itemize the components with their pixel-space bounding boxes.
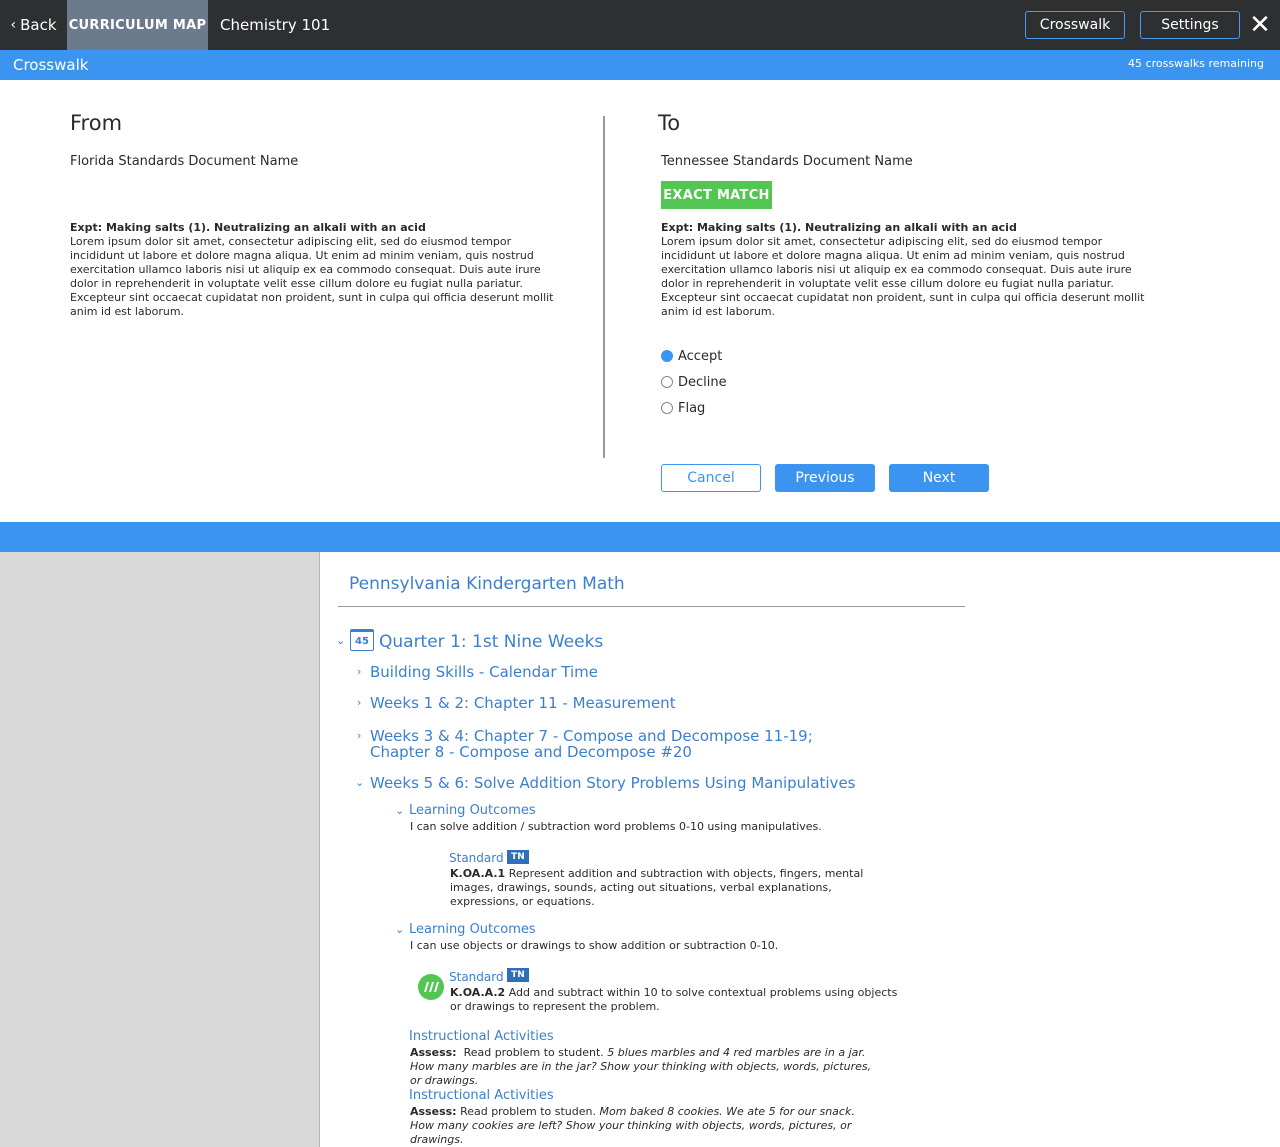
standard-label: Standard xyxy=(449,970,504,984)
app-logo-icon xyxy=(418,974,444,1000)
calendar-number: 45 xyxy=(355,635,369,647)
standard-description-text: Represent addition and subtraction with … xyxy=(450,867,864,908)
unit-compose-decompose[interactable]: Weeks 3 & 4: Chapter 7 - Compose and Dec… xyxy=(370,728,813,760)
from-heading: From xyxy=(70,111,123,135)
unit-calendar-time[interactable]: Building Skills - Calendar Time xyxy=(370,664,598,680)
from-document-name: Florida Standards Document Name xyxy=(70,154,299,169)
standard-label: Standard xyxy=(449,851,504,865)
unit-addition-story-problems[interactable]: Weeks 5 & 6: Solve Addition Story Proble… xyxy=(370,775,856,791)
close-icon[interactable]: ✕ xyxy=(1248,12,1272,38)
to-heading: To xyxy=(658,111,681,135)
standard-description: K.OA.A.1 Represent addition and subtract… xyxy=(450,867,900,909)
to-expectation-title: Expt: Making salts (1). Neutralizing an … xyxy=(661,221,1017,234)
from-expectation-body: Lorem ipsum dolor sit amet, consectetur … xyxy=(70,235,554,318)
next-button[interactable]: Next xyxy=(889,464,989,492)
chevron-right-icon[interactable]: › xyxy=(357,665,361,678)
crosswalk-header-bar: Crosswalk 45 crosswalks remaining xyxy=(0,50,1280,80)
back-label: Back xyxy=(20,16,57,34)
unit-compose-decompose-line1: Weeks 3 & 4: Chapter 7 - Compose and Dec… xyxy=(370,727,813,745)
curriculum-title: Pennsylvania Kindergarten Math xyxy=(349,574,625,594)
instructional-activities-heading[interactable]: Instructional Activities xyxy=(409,1029,554,1044)
chevron-right-icon[interactable]: › xyxy=(357,696,361,709)
assess-label: Assess: xyxy=(410,1105,457,1118)
state-badge: TN xyxy=(507,968,529,982)
decline-label: Decline xyxy=(678,374,727,390)
course-title: Chemistry 101 xyxy=(220,16,331,34)
column-divider xyxy=(603,116,605,458)
learning-outcomes-heading[interactable]: Learning Outcomes xyxy=(409,922,536,937)
crosswalks-remaining-count: 45 crosswalks remaining xyxy=(1128,57,1264,70)
learning-outcome-text: I can solve addition / subtraction word … xyxy=(410,820,822,833)
learning-outcomes-heading[interactable]: Learning Outcomes xyxy=(409,803,536,818)
curriculum-title-divider xyxy=(338,606,965,607)
flag-option[interactable]: Flag xyxy=(661,399,705,417)
unit-measurement[interactable]: Weeks 1 & 2: Chapter 11 - Measurement xyxy=(370,695,676,711)
accept-label: Accept xyxy=(678,348,723,364)
standard-code: K.OA.A.2 xyxy=(450,986,506,999)
chevron-down-icon[interactable]: ⌄ xyxy=(355,776,364,789)
accept-option[interactable]: Accept xyxy=(661,347,722,365)
instructional-activities-heading[interactable]: Instructional Activities xyxy=(409,1088,554,1103)
activity-lead: Read problem to studen. xyxy=(460,1105,596,1118)
from-expectation-title: Expt: Making salts (1). Neutralizing an … xyxy=(70,221,426,234)
chevron-down-icon[interactable]: ⌄ xyxy=(336,634,345,647)
instructional-activity-text: Assess: Read problem to student. 5 blues… xyxy=(410,1046,880,1088)
back-button[interactable]: ‹ Back xyxy=(0,0,67,50)
crosswalk-title: Crosswalk xyxy=(13,56,89,74)
flag-label: Flag xyxy=(678,400,706,416)
standard-code: K.OA.A.1 xyxy=(450,867,506,880)
assess-label: Assess: xyxy=(410,1046,457,1059)
learning-outcome-text: I can use objects or drawings to show ad… xyxy=(410,939,779,952)
crosswalk-button[interactable]: Crosswalk xyxy=(1025,11,1125,39)
top-navigation-bar: ‹ Back CURRICULUM MAP Chemistry 101 Cros… xyxy=(0,0,1280,50)
calendar-icon: 45 xyxy=(350,629,374,651)
settings-button[interactable]: Settings xyxy=(1140,11,1240,39)
to-document-name: Tennessee Standards Document Name xyxy=(661,154,913,169)
flag-radio[interactable] xyxy=(661,402,673,414)
chevron-down-icon[interactable]: ⌄ xyxy=(395,923,404,936)
left-sidebar-pane xyxy=(0,552,320,1147)
to-expectation-body: Lorem ipsum dolor sit amet, consectetur … xyxy=(661,235,1145,318)
previous-button[interactable]: Previous xyxy=(775,464,875,492)
decline-radio[interactable] xyxy=(661,376,673,388)
chevron-left-icon: ‹ xyxy=(10,17,17,33)
quarter-title[interactable]: Quarter 1: 1st Nine Weeks xyxy=(379,632,603,652)
chevron-down-icon[interactable]: ⌄ xyxy=(395,804,404,817)
decline-option[interactable]: Decline xyxy=(661,373,727,391)
state-badge: TN xyxy=(507,850,529,864)
standard-description-text: Add and subtract within 10 to solve cont… xyxy=(450,986,898,1013)
unit-compose-decompose-line2: Chapter 8 - Compose and Decompose #20 xyxy=(370,743,692,761)
to-expectation: Expt: Making salts (1). Neutralizing an … xyxy=(661,221,1156,319)
standard-description: K.OA.A.2 Add and subtract within 10 to s… xyxy=(450,986,900,1014)
instructional-activity-text: Assess: Read problem to studen. Mom bake… xyxy=(410,1105,880,1147)
exact-match-badge: EXACT MATCH xyxy=(661,181,772,209)
curriculum-header-bar xyxy=(0,522,1280,552)
accept-radio[interactable] xyxy=(661,350,673,362)
curriculum-map-tab[interactable]: CURRICULUM MAP xyxy=(67,0,208,50)
chevron-right-icon[interactable]: › xyxy=(357,729,361,742)
cancel-button[interactable]: Cancel xyxy=(661,464,761,492)
activity-lead: Read problem to student. xyxy=(463,1046,604,1059)
from-expectation: Expt: Making salts (1). Neutralizing an … xyxy=(70,221,565,319)
